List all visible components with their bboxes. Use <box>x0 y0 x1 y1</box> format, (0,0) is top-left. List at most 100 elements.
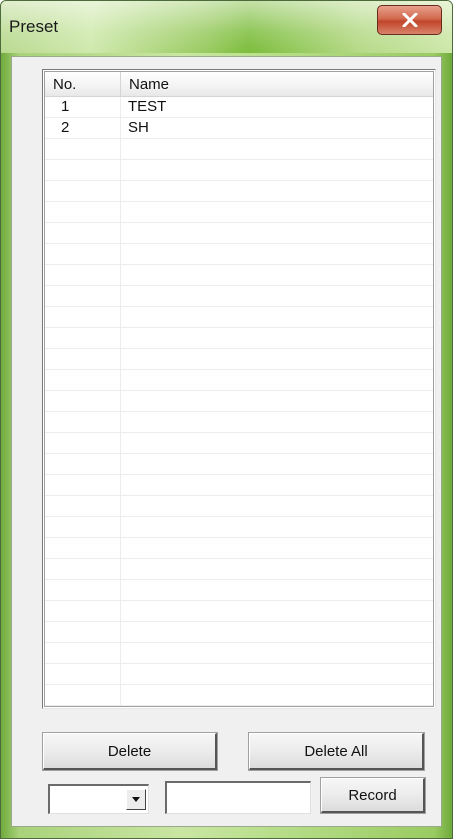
table-row <box>45 601 433 622</box>
cell-no <box>45 181 121 202</box>
cell-no <box>45 244 121 265</box>
table-row <box>45 685 433 706</box>
window-title: Preset <box>9 17 59 36</box>
table-row <box>45 202 433 223</box>
cell-no: 2 <box>45 118 121 139</box>
preset-combo-box[interactable] <box>48 784 149 814</box>
cell-name <box>121 685 421 706</box>
cell-name <box>121 160 421 181</box>
cell-name <box>121 412 421 433</box>
cell-name <box>121 328 421 349</box>
cell-name <box>121 454 421 475</box>
cell-name <box>121 433 421 454</box>
cell-name <box>121 601 421 622</box>
table-row <box>45 265 433 286</box>
cell-no <box>45 559 121 580</box>
cell-no <box>45 223 121 244</box>
table-row <box>45 286 433 307</box>
cell-no <box>45 370 121 391</box>
close-x-icon <box>402 13 417 27</box>
table-row <box>45 244 433 265</box>
cell-no <box>45 433 121 454</box>
cell-no <box>45 685 121 706</box>
table-row[interactable]: 1 TEST <box>45 97 433 118</box>
cell-no <box>45 475 121 496</box>
cell-no: 1 <box>45 97 121 118</box>
table-row <box>45 433 433 454</box>
preset-list-frame: No. Name 1 TEST 2 SH <box>44 71 434 707</box>
table-row <box>45 538 433 559</box>
table-row <box>45 223 433 244</box>
cell-no <box>45 706 121 707</box>
cell-no <box>45 160 121 181</box>
table-row <box>45 517 433 538</box>
cell-name <box>121 349 421 370</box>
cell-no <box>45 349 121 370</box>
column-header-no[interactable]: No. <box>45 72 121 96</box>
list-rows: 1 TEST 2 SH <box>45 97 433 706</box>
cell-name <box>121 664 421 685</box>
table-row <box>45 160 433 181</box>
preset-window: Preset No. Name 1 TEST 2 SH Delete Delete A… <box>0 0 453 839</box>
table-row <box>45 475 433 496</box>
cell-no <box>45 517 121 538</box>
cell-no <box>45 538 121 559</box>
cell-no <box>45 496 121 517</box>
dropdown-arrow-icon[interactable] <box>126 789 146 810</box>
table-row <box>45 412 433 433</box>
cell-name <box>121 706 421 707</box>
title-bar[interactable]: Preset <box>1 1 452 53</box>
cell-name <box>121 580 421 601</box>
table-row[interactable]: 2 SH <box>45 118 433 139</box>
cell-name <box>121 643 421 664</box>
cell-name <box>121 139 421 160</box>
record-button[interactable]: Record <box>320 777 426 814</box>
cell-no <box>45 643 121 664</box>
table-row <box>45 307 433 328</box>
cell-no <box>45 202 121 223</box>
preset-name-input[interactable] <box>165 781 311 814</box>
table-row <box>45 643 433 664</box>
cell-name <box>121 181 421 202</box>
cell-name <box>121 223 421 244</box>
cell-name <box>121 286 421 307</box>
table-row <box>45 454 433 475</box>
cell-name <box>121 622 421 643</box>
cell-no <box>45 622 121 643</box>
table-row <box>45 622 433 643</box>
preset-list[interactable]: No. Name 1 TEST 2 SH <box>42 69 436 709</box>
cell-no <box>45 412 121 433</box>
combo-value <box>54 786 126 813</box>
cell-no <box>45 265 121 286</box>
table-row <box>45 391 433 412</box>
column-header-name[interactable]: Name <box>121 72 421 96</box>
table-row <box>45 496 433 517</box>
cell-name <box>121 538 421 559</box>
cell-no <box>45 307 121 328</box>
cell-name <box>121 265 421 286</box>
table-row <box>45 559 433 580</box>
cell-no <box>45 328 121 349</box>
cell-name <box>121 475 421 496</box>
table-row <box>45 328 433 349</box>
close-button[interactable] <box>377 5 442 35</box>
cell-no <box>45 601 121 622</box>
cell-name <box>121 202 421 223</box>
cell-no <box>45 454 121 475</box>
cell-name <box>121 391 421 412</box>
cell-name <box>121 370 421 391</box>
dialog-client-area: No. Name 1 TEST 2 SH Delete Delete All Reco… <box>11 56 442 827</box>
cell-name <box>121 244 421 265</box>
table-row <box>45 580 433 601</box>
delete-button[interactable]: Delete <box>42 732 218 771</box>
cell-no <box>45 391 121 412</box>
table-row <box>45 706 433 707</box>
table-row <box>45 181 433 202</box>
cell-no <box>45 664 121 685</box>
cell-name <box>121 517 421 538</box>
delete-all-button[interactable]: Delete All <box>248 732 425 771</box>
table-row <box>45 139 433 160</box>
table-row <box>45 664 433 685</box>
cell-no <box>45 139 121 160</box>
cell-no <box>45 580 121 601</box>
